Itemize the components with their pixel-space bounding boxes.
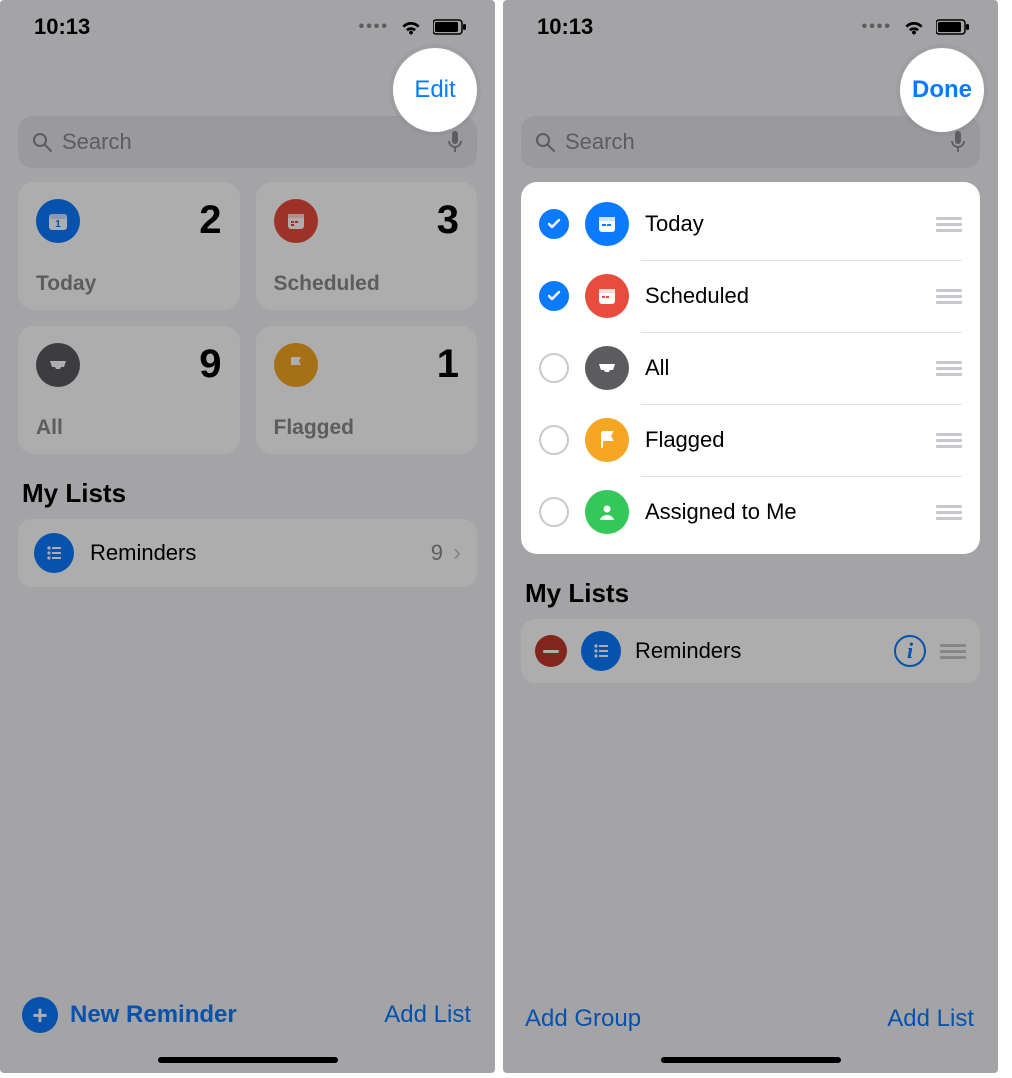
- delete-icon[interactable]: [535, 635, 567, 667]
- home-indicator[interactable]: [158, 1057, 338, 1063]
- person-icon: [585, 490, 629, 534]
- card-today-count: 2: [199, 198, 221, 243]
- search-icon: [535, 132, 555, 152]
- smart-lists-edit-panel: Today Scheduled All Fl: [521, 182, 980, 554]
- inbox-icon: [585, 346, 629, 390]
- flag-icon: [274, 343, 318, 387]
- edit-row-today[interactable]: Today: [521, 188, 980, 260]
- status-indicators: ••••: [862, 18, 970, 36]
- search-icon: [32, 132, 52, 152]
- add-list-button[interactable]: Add List: [887, 1005, 974, 1033]
- card-flagged[interactable]: 1 Flagged: [256, 326, 478, 454]
- list-reminders-name: Reminders: [635, 638, 741, 664]
- list-bullet-icon: [34, 533, 74, 573]
- done-button-highlight[interactable]: Done: [900, 48, 984, 132]
- info-icon[interactable]: i: [894, 635, 926, 667]
- calendar-scheduled-icon: [585, 274, 629, 318]
- edit-row-flagged[interactable]: Flagged: [521, 404, 980, 476]
- cellular-icon: ••••: [359, 18, 389, 36]
- edit-row-scheduled[interactable]: Scheduled: [521, 260, 980, 332]
- list-reminders-count: 9: [431, 540, 443, 566]
- home-indicator[interactable]: [661, 1057, 841, 1063]
- card-scheduled[interactable]: 3 Scheduled: [256, 182, 478, 310]
- edit-label-today: Today: [645, 211, 704, 237]
- list-reminders-edit[interactable]: Reminders i: [521, 619, 980, 683]
- done-button-label: Done: [912, 76, 972, 104]
- edit-button-highlight[interactable]: Edit: [393, 48, 477, 132]
- checkbox-scheduled[interactable]: [539, 281, 569, 311]
- mic-icon[interactable]: [447, 130, 463, 154]
- battery-icon: [936, 19, 970, 35]
- list-reminders[interactable]: Reminders 9 ›: [18, 519, 477, 587]
- search-placeholder: Search: [565, 129, 635, 155]
- card-all-count: 9: [199, 342, 221, 387]
- search-input[interactable]: Search: [521, 116, 980, 168]
- card-all-label: All: [36, 416, 222, 440]
- bottom-bar: Add Group Add List: [503, 995, 998, 1051]
- status-bar: 10:13 ••••: [503, 0, 998, 44]
- edit-label-all: All: [645, 355, 669, 381]
- new-reminder-label: New Reminder: [70, 1001, 237, 1029]
- card-flagged-label: Flagged: [274, 416, 460, 440]
- card-scheduled-label: Scheduled: [274, 272, 460, 296]
- edit-label-assigned: Assigned to Me: [645, 499, 797, 525]
- status-bar: 10:13 ••••: [0, 0, 495, 44]
- chevron-right-icon: ›: [453, 539, 461, 567]
- card-today[interactable]: 1 2 Today: [18, 182, 240, 310]
- edit-label-scheduled: Scheduled: [645, 283, 749, 309]
- status-time: 10:13: [537, 14, 593, 40]
- card-scheduled-count: 3: [437, 198, 459, 243]
- drag-handle-icon[interactable]: [936, 217, 962, 232]
- checkbox-assigned[interactable]: [539, 497, 569, 527]
- drag-handle-icon[interactable]: [936, 505, 962, 520]
- edit-label-flagged: Flagged: [645, 427, 725, 453]
- status-indicators: ••••: [359, 18, 467, 36]
- flag-icon: [585, 418, 629, 462]
- plus-circle-icon: +: [22, 997, 58, 1033]
- search-input[interactable]: Search: [18, 116, 477, 168]
- checkbox-all[interactable]: [539, 353, 569, 383]
- svg-text:1: 1: [55, 219, 61, 230]
- checkbox-flagged[interactable]: [539, 425, 569, 455]
- battery-icon: [433, 19, 467, 35]
- calendar-today-icon: [585, 202, 629, 246]
- wifi-icon: [399, 18, 423, 36]
- my-lists-heading: My Lists: [503, 554, 998, 619]
- drag-handle-icon[interactable]: [940, 644, 966, 659]
- wifi-icon: [902, 18, 926, 36]
- drag-handle-icon[interactable]: [936, 433, 962, 448]
- edit-button-label: Edit: [414, 76, 455, 104]
- checkbox-today[interactable]: [539, 209, 569, 239]
- card-today-label: Today: [36, 272, 222, 296]
- bottom-bar: + New Reminder Add List: [0, 987, 495, 1051]
- inbox-icon: [36, 343, 80, 387]
- edit-row-all[interactable]: All: [521, 332, 980, 404]
- my-lists-heading: My Lists: [0, 454, 495, 519]
- card-all[interactable]: 9 All: [18, 326, 240, 454]
- calendar-scheduled-icon: [274, 199, 318, 243]
- search-placeholder: Search: [62, 129, 132, 155]
- mic-icon[interactable]: [950, 130, 966, 154]
- cellular-icon: ••••: [862, 18, 892, 36]
- list-bullet-icon: [581, 631, 621, 671]
- status-time: 10:13: [34, 14, 90, 40]
- add-group-button[interactable]: Add Group: [525, 1005, 641, 1033]
- phone-right: 10:13 •••• Done Search: [503, 0, 998, 1073]
- smart-list-grid: 1 2 Today 3 Scheduled 9 All: [0, 182, 495, 454]
- drag-handle-icon[interactable]: [936, 361, 962, 376]
- list-reminders-name: Reminders: [90, 540, 196, 566]
- calendar-today-icon: 1: [36, 199, 80, 243]
- phone-left: 10:13 •••• Edit Search 1: [0, 0, 495, 1073]
- new-reminder-button[interactable]: + New Reminder: [22, 997, 237, 1033]
- card-flagged-count: 1: [437, 342, 459, 387]
- drag-handle-icon[interactable]: [936, 289, 962, 304]
- add-list-button[interactable]: Add List: [384, 1001, 471, 1029]
- edit-row-assigned[interactable]: Assigned to Me: [521, 476, 980, 548]
